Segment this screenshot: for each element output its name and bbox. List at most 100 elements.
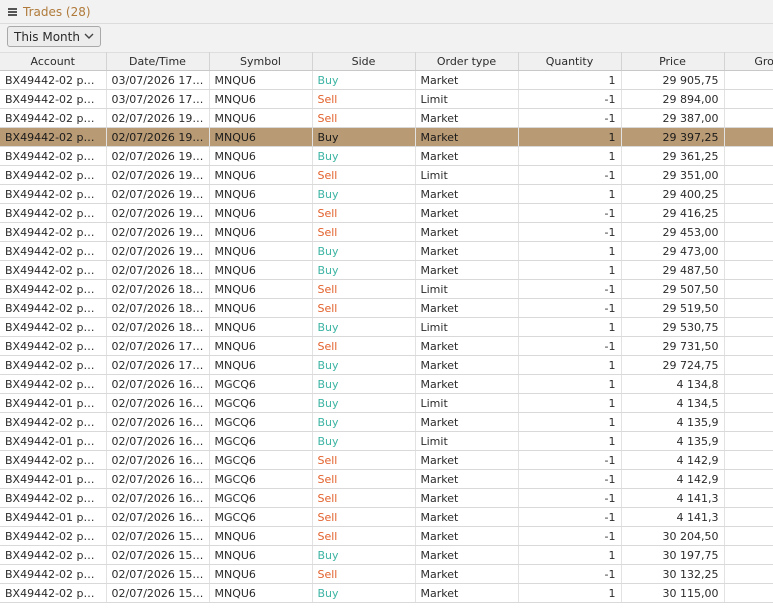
cell-datetime: 02/07/2026 16:2... — [106, 393, 210, 413]
cell-side: Buy — [312, 127, 416, 147]
cell-price: 29 400,25 — [621, 184, 725, 204]
cell-datetime: 02/07/2026 19:5... — [106, 165, 210, 185]
table-row[interactable]: BX49442-02 patr... 02/07/2026 19:5... MNQU… — [0, 108, 773, 128]
cell-gross — [724, 165, 773, 185]
cell-quantity: -1 — [518, 279, 622, 299]
cell-side: Sell — [312, 469, 416, 489]
table-row[interactable]: BX49442-01 patr... 02/07/2026 16:2... MGCQ… — [0, 431, 773, 451]
table-row[interactable]: BX49442-02 patr... 02/07/2026 19:5... MNQU… — [0, 146, 773, 166]
cell-price: 4 141,3 — [621, 507, 725, 527]
table-row[interactable]: BX49442-02 patr... 02/07/2026 15:4... MNQU… — [0, 564, 773, 584]
table-row[interactable]: BX49442-02 patr... 02/07/2026 17:3... MNQU… — [0, 336, 773, 356]
column-header-datetime[interactable]: Date/Time — [106, 52, 210, 71]
table-row[interactable]: BX49442-02 patr... 02/07/2026 17:3... MNQU… — [0, 355, 773, 375]
cell-price: 29 487,50 — [621, 260, 725, 280]
cell-gross — [724, 583, 773, 603]
column-header-side[interactable]: Side — [312, 52, 416, 71]
table-row[interactable]: BX49442-02 patr... 02/07/2026 19:3... MNQU… — [0, 203, 773, 223]
table-row[interactable]: BX49442-02 patr... 02/07/2026 19:3... MNQU… — [0, 222, 773, 242]
cell-gross — [724, 279, 773, 299]
cell-quantity: 1 — [518, 146, 622, 166]
cell-datetime: 02/07/2026 19:3... — [106, 241, 210, 261]
table-row[interactable]: BX49442-02 patr... 02/07/2026 19:3... MNQU… — [0, 184, 773, 204]
cell-datetime: 02/07/2026 19:3... — [106, 203, 210, 223]
cell-order-type: Market — [415, 241, 519, 261]
cell-quantity: -1 — [518, 469, 622, 489]
cell-price: 29 905,75 — [621, 70, 725, 90]
cell-gross: -2 — [724, 146, 773, 166]
period-dropdown[interactable]: This Month — [7, 26, 101, 47]
cell-account: BX49442-01 patr... — [0, 431, 107, 451]
cell-datetime: 02/07/2026 18:4... — [106, 317, 210, 337]
cell-order-type: Market — [415, 70, 519, 90]
cell-symbol: MGCQ6 — [209, 374, 313, 394]
cell-datetime: 02/07/2026 16:0... — [106, 450, 210, 470]
column-header-symbol[interactable]: Symbol — [209, 52, 313, 71]
cell-datetime: 02/07/2026 19:5... — [106, 146, 210, 166]
cell-quantity: -1 — [518, 222, 622, 242]
table-row[interactable]: BX49442-02 patr... 02/07/2026 16:0... MGCQ… — [0, 450, 773, 470]
cell-side: Buy — [312, 583, 416, 603]
cell-quantity: 1 — [518, 317, 622, 337]
cell-datetime: 02/07/2026 19:3... — [106, 222, 210, 242]
table-row[interactable]: BX49442-02 patr... 02/07/2026 18:4... MNQU… — [0, 317, 773, 337]
cell-account: BX49442-02 patr... — [0, 241, 107, 261]
cell-order-type: Market — [415, 450, 519, 470]
cell-price: 29 894,00 — [621, 89, 725, 109]
hamburger-menu-icon[interactable] — [8, 7, 17, 16]
table-row[interactable]: BX49442-02 patr... 03/07/2026 17:3... MNQU… — [0, 89, 773, 109]
column-header-order-type[interactable]: Order type — [415, 52, 519, 71]
column-header-account[interactable]: Account — [0, 52, 107, 71]
cell-symbol: MGCQ6 — [209, 393, 313, 413]
cell-order-type: Market — [415, 108, 519, 128]
cell-gross: 1 — [724, 336, 773, 356]
cell-gross — [724, 545, 773, 565]
cell-gross: 4 — [724, 260, 773, 280]
table-row[interactable]: BX49442-02 patr... 02/07/2026 18:4... MNQU… — [0, 279, 773, 299]
cell-order-type: Limit — [415, 431, 519, 451]
cell-price: 29 507,50 — [621, 279, 725, 299]
cell-symbol: MNQU6 — [209, 241, 313, 261]
table-row[interactable]: BX49442-01 patr... 02/07/2026 16:2... MGCQ… — [0, 393, 773, 413]
cell-symbol: MNQU6 — [209, 298, 313, 318]
cell-gross — [724, 203, 773, 223]
table-row[interactable]: BX49442-02 patr... 02/07/2026 15:5... MNQU… — [0, 526, 773, 546]
cell-account: BX49442-02 patr... — [0, 298, 107, 318]
table-row[interactable]: BX49442-02 patr... 02/07/2026 15:4... MNQU… — [0, 583, 773, 603]
cell-symbol: MNQU6 — [209, 89, 313, 109]
table-row[interactable]: BX49442-02 patr... 02/07/2026 16:0... MGCQ… — [0, 488, 773, 508]
table-row[interactable]: BX49442-01 patr... 02/07/2026 16:0... MGCQ… — [0, 469, 773, 489]
table-row[interactable]: BX49442-02 patr... 02/07/2026 19:5... MNQU… — [0, 127, 773, 147]
table-row[interactable]: BX49442-02 patr... 02/07/2026 16:2... MGCQ… — [0, 374, 773, 394]
cell-price: 30 132,25 — [621, 564, 725, 584]
table-row[interactable]: BX49442-02 patr... 02/07/2026 19:5... MNQU… — [0, 165, 773, 185]
table-row[interactable]: BX49442-02 patr... 02/07/2026 18:4... MNQU… — [0, 298, 773, 318]
cell-symbol: MGCQ6 — [209, 450, 313, 470]
table-row[interactable]: BX49442-01 patr... 02/07/2026 16:0... MGCQ… — [0, 507, 773, 527]
cell-gross — [724, 412, 773, 432]
table-row[interactable]: BX49442-02 patr... 03/07/2026 17:4... MNQU… — [0, 70, 773, 90]
cell-side: Buy — [312, 70, 416, 90]
cell-symbol: MNQU6 — [209, 165, 313, 185]
cell-symbol: MNQU6 — [209, 222, 313, 242]
cell-account: BX49442-02 patr... — [0, 222, 107, 242]
column-header-price[interactable]: Price — [621, 52, 725, 71]
cell-datetime: 03/07/2026 17:4... — [106, 70, 210, 90]
cell-gross: -2 — [724, 108, 773, 128]
table-row[interactable]: BX49442-02 patr... 02/07/2026 16:2... MGCQ… — [0, 412, 773, 432]
table-row[interactable]: BX49442-02 patr... 02/07/2026 19:3... MNQU… — [0, 241, 773, 261]
table-row[interactable]: BX49442-02 patr... 02/07/2026 15:5... MNQU… — [0, 545, 773, 565]
cell-datetime: 02/07/2026 15:5... — [106, 545, 210, 565]
cell-price: 4 134,5 — [621, 393, 725, 413]
cell-symbol: MNQU6 — [209, 526, 313, 546]
cell-account: BX49442-02 patr... — [0, 260, 107, 280]
column-header-quantity[interactable]: Quantity — [518, 52, 622, 71]
cell-quantity: -1 — [518, 336, 622, 356]
cell-gross — [724, 507, 773, 527]
cell-order-type: Market — [415, 127, 519, 147]
cell-quantity: 1 — [518, 127, 622, 147]
cell-datetime: 02/07/2026 17:3... — [106, 355, 210, 375]
table-row[interactable]: BX49442-02 patr... 02/07/2026 18:5... MNQU… — [0, 260, 773, 280]
column-header-gross[interactable]: Gros — [724, 52, 773, 71]
cell-order-type: Market — [415, 336, 519, 356]
